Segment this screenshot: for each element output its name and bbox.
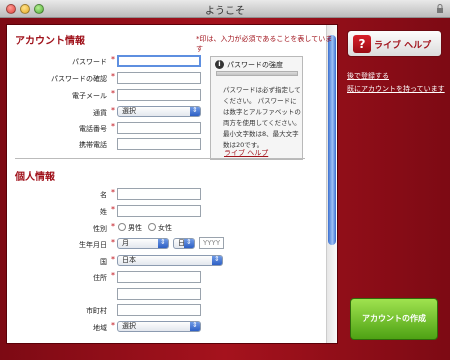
- region-select[interactable]: 選択: [117, 321, 201, 332]
- phone-field[interactable]: [117, 122, 201, 134]
- window-title: ようこそ: [205, 6, 245, 17]
- required-star: *: [111, 188, 115, 197]
- currency-select[interactable]: 選択: [117, 106, 201, 117]
- country-label: 国: [100, 258, 107, 266]
- register-later-link[interactable]: 後で登録する: [347, 71, 389, 81]
- required-star: *: [111, 222, 115, 231]
- birth-date-label: 生年月日: [79, 241, 107, 249]
- birth-day-select[interactable]: 日: [173, 238, 195, 249]
- required-star: *: [111, 271, 115, 280]
- registration-form-panel: アカウント情報 *印は、入力が必須であることを表しています パスワード * パス…: [6, 24, 338, 344]
- live-help-label: ライブ ヘルプ: [374, 41, 432, 51]
- required-star: *: [111, 122, 115, 131]
- scrollbar[interactable]: [326, 25, 337, 343]
- gender-female-label: 女性: [158, 224, 172, 232]
- birth-year-field[interactable]: YYYY: [199, 237, 224, 249]
- address-line2-field[interactable]: [117, 288, 201, 300]
- info-icon: i: [215, 60, 224, 69]
- gender-label: 性別: [93, 225, 107, 233]
- region-label: 地域: [93, 324, 107, 332]
- section-divider: [15, 158, 305, 159]
- select-arrows-icon: [212, 255, 222, 265]
- personal-section-title: 個人情報: [15, 172, 55, 183]
- required-star: *: [111, 255, 115, 264]
- required-note: *印は、入力が必須であることを表しています: [196, 35, 333, 53]
- required-star: *: [111, 89, 115, 98]
- gender-male-radio[interactable]: [118, 223, 126, 231]
- last-name-label: 姓: [100, 208, 107, 216]
- select-arrows-icon: [190, 106, 200, 116]
- tooltip-text: パスワードは必ず指定してください。 パスワードには数字とアルファベットの両方を使…: [223, 86, 301, 149]
- lock-icon: [437, 4, 443, 13]
- first-name-field[interactable]: [117, 188, 201, 200]
- currency-label: 通貨: [93, 109, 107, 117]
- live-help-button[interactable]: ? ライブ ヘルプ: [347, 30, 442, 57]
- phone-label: 電話番号: [79, 125, 107, 133]
- gender-male-label: 男性: [128, 224, 142, 232]
- region-select-value: 選択: [122, 322, 136, 330]
- required-star: *: [111, 321, 115, 330]
- password-confirm-field[interactable]: [117, 72, 201, 84]
- mobile-field[interactable]: [117, 138, 201, 150]
- address-label: 住所: [93, 274, 107, 282]
- address-line1-field[interactable]: [117, 271, 201, 283]
- password-label: パスワード: [72, 58, 107, 66]
- title-bar: ようこそ: [0, 0, 450, 18]
- scroll-thumb[interactable]: [328, 35, 336, 245]
- tooltip-title: パスワードの強度: [227, 61, 283, 69]
- password-strength-bar: [216, 71, 298, 76]
- account-section-title: アカウント情報: [15, 36, 85, 47]
- currency-select-value: 選択: [122, 107, 136, 115]
- country-select[interactable]: 日本: [117, 255, 223, 266]
- select-arrows-icon: [190, 321, 200, 331]
- password-confirm-label: パスワードの確認: [51, 75, 107, 83]
- birth-month-value: 月: [122, 239, 129, 247]
- email-field[interactable]: [117, 89, 201, 101]
- email-label: 電子メール: [72, 92, 107, 100]
- mobile-label: 携帯電話: [79, 141, 107, 149]
- required-star: *: [111, 238, 115, 247]
- country-select-value: 日本: [122, 256, 136, 264]
- last-name-field[interactable]: [117, 205, 201, 217]
- have-account-link[interactable]: 既にアカウントを持っています: [347, 84, 445, 94]
- create-account-label: アカウントの作成: [362, 314, 426, 323]
- required-star: *: [111, 72, 115, 81]
- select-arrows-icon: [184, 238, 194, 248]
- create-account-button[interactable]: アカウントの作成: [350, 298, 438, 340]
- gender-female-radio[interactable]: [148, 223, 156, 231]
- birth-month-select[interactable]: 月: [117, 238, 169, 249]
- first-name-label: 名: [100, 191, 107, 199]
- password-strength-tooltip: i パスワードの強度 パスワードは必ず指定してください。 パスワードには数字とア…: [210, 56, 303, 160]
- city-field[interactable]: [117, 304, 201, 316]
- help-question-icon: ?: [353, 35, 371, 53]
- tooltip-live-help-link[interactable]: ライブ ヘルプ: [224, 148, 268, 158]
- password-field[interactable]: [117, 55, 201, 67]
- select-arrows-icon: [158, 238, 168, 248]
- required-star: *: [111, 106, 115, 115]
- required-star: *: [111, 55, 115, 64]
- city-label: 市町村: [86, 307, 107, 315]
- required-star: *: [111, 205, 115, 214]
